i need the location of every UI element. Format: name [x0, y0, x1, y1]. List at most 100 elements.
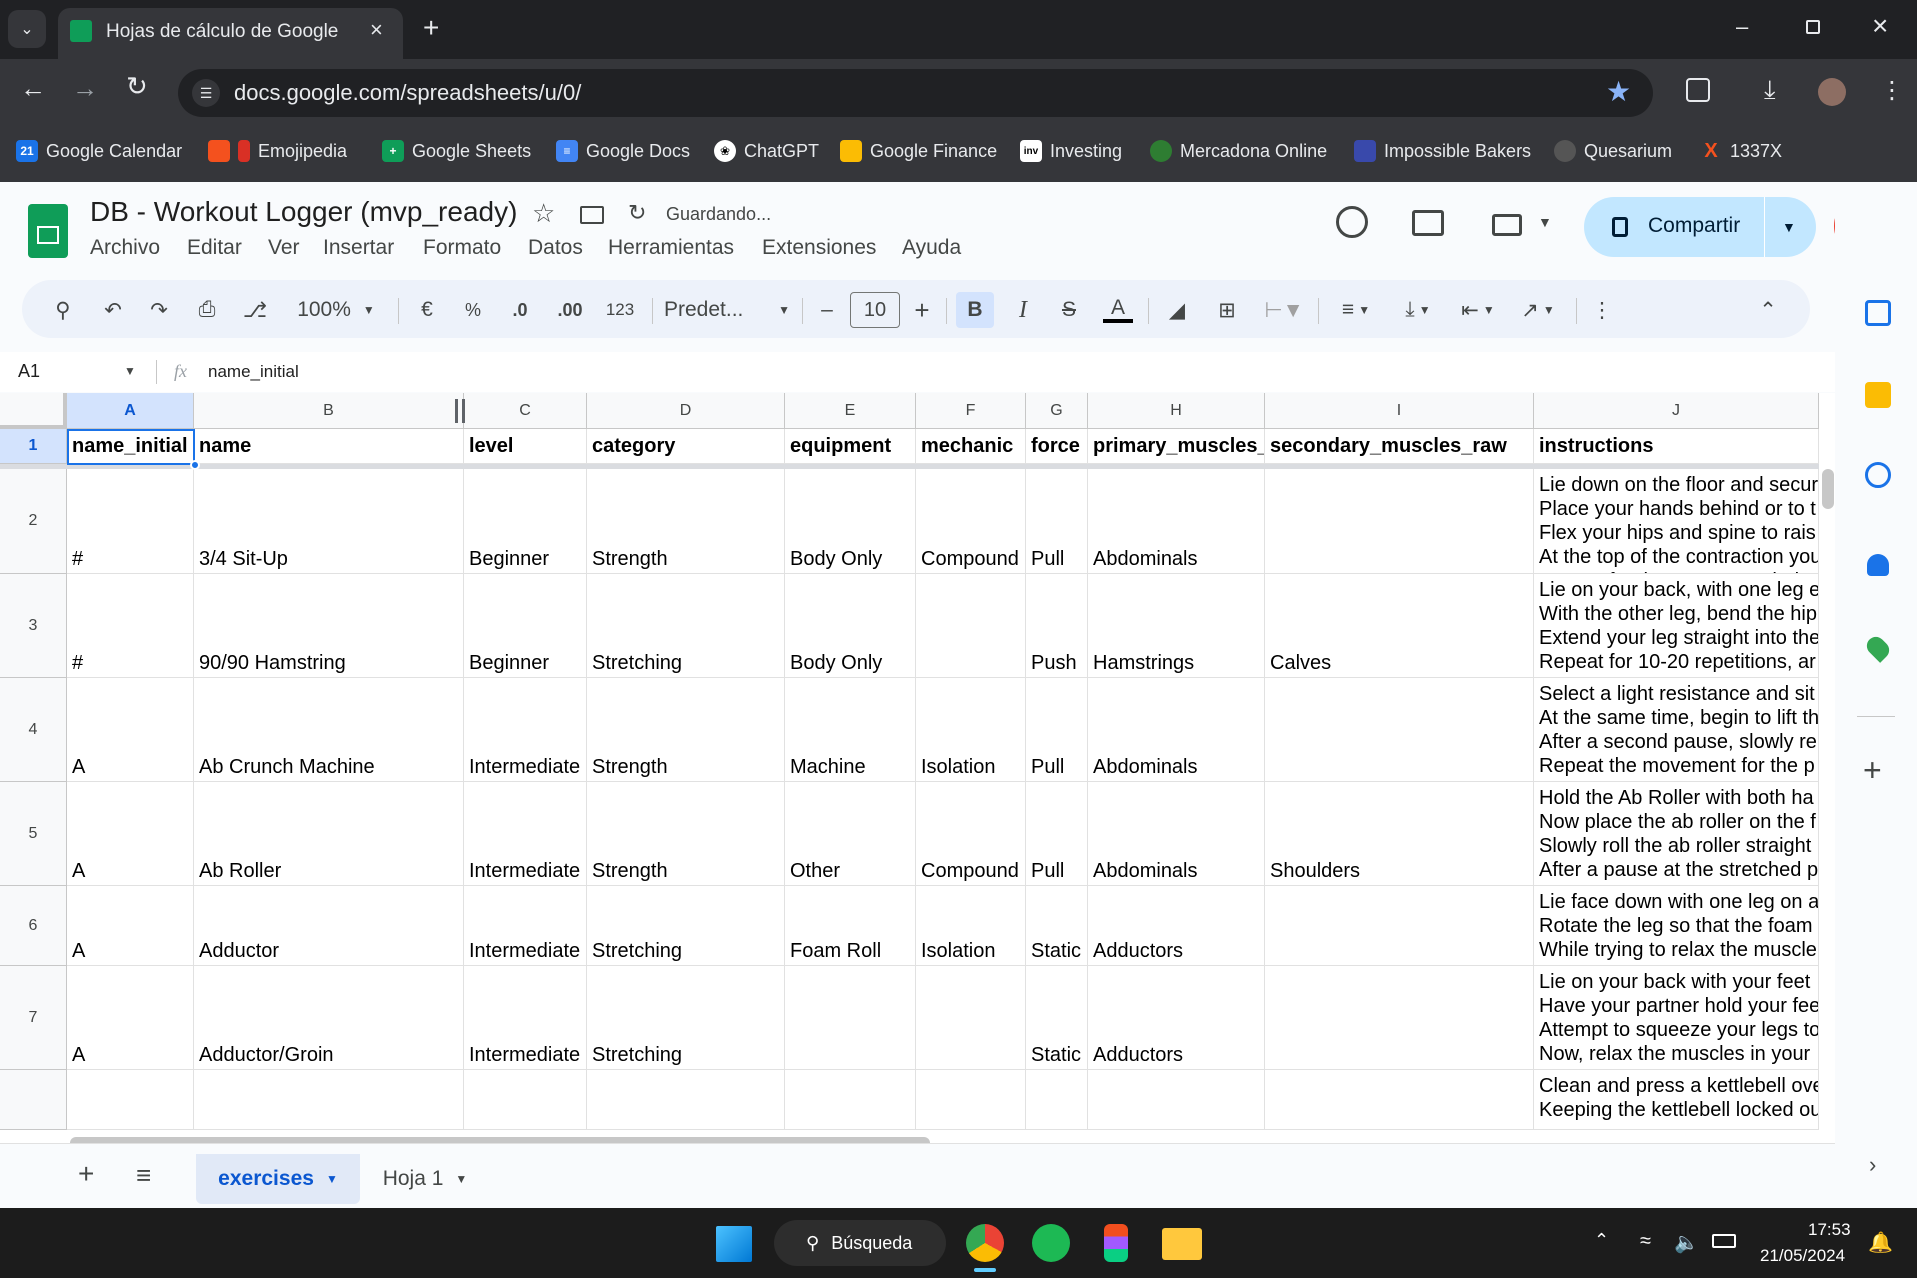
extensions-icon[interactable] — [1686, 78, 1710, 102]
column-header-j[interactable]: J — [1534, 393, 1819, 429]
forward-icon[interactable]: → — [72, 73, 98, 104]
cell-i2[interactable] — [1265, 469, 1534, 574]
cell-d5[interactable]: Strength — [587, 782, 785, 886]
cell-b7[interactable]: Adductor/Groin — [194, 966, 464, 1070]
bookmark-investing[interactable]: inv Investing — [1020, 137, 1122, 165]
taskbar-search[interactable]: ⚲ Búsqueda — [774, 1220, 946, 1266]
cell-f8[interactable] — [916, 1070, 1026, 1130]
column-header-e[interactable]: E — [785, 393, 916, 429]
cell-j4[interactable]: Select a light resistance and sit At the… — [1534, 678, 1819, 782]
cell-d2[interactable]: Strength — [587, 469, 785, 574]
cell-a3[interactable]: # — [67, 574, 194, 678]
cell-a4[interactable]: A — [67, 678, 194, 782]
cell-i3[interactable]: Calves — [1265, 574, 1534, 678]
cell-b4[interactable]: Ab Crunch Machine — [194, 678, 464, 782]
contacts-addon-icon[interactable] — [1867, 554, 1889, 576]
menu-datos[interactable]: Datos — [528, 236, 583, 260]
menu-editar[interactable]: Editar — [187, 236, 242, 260]
keep-addon-icon[interactable] — [1865, 382, 1891, 408]
restore-icon[interactable] — [1806, 20, 1820, 34]
cell-i4[interactable] — [1265, 678, 1534, 782]
bookmark-google-calendar[interactable]: 21 Google Calendar — [16, 137, 182, 165]
cell-g2[interactable]: Pull — [1026, 469, 1088, 574]
share-dropdown-icon[interactable]: ▼ — [1782, 219, 1796, 235]
merge-cells-icon[interactable]: ⊢▼ — [1258, 292, 1310, 328]
tasks-addon-icon[interactable] — [1865, 462, 1891, 488]
cell-j2[interactable]: Lie down on the floor and secur Place yo… — [1534, 469, 1819, 574]
cell-b8[interactable] — [194, 1070, 464, 1130]
notifications-icon[interactable]: 🔔 — [1868, 1230, 1893, 1255]
figma-taskbar-icon[interactable] — [1104, 1224, 1128, 1262]
fill-color-icon[interactable]: ◢ — [1160, 292, 1194, 328]
version-history-icon[interactable] — [1336, 206, 1368, 238]
share-button[interactable]: Compartir ▼ — [1584, 197, 1816, 257]
bold-button[interactable]: B — [956, 292, 994, 328]
cell-h3[interactable]: Hamstrings — [1088, 574, 1265, 678]
cell-i5[interactable]: Shoulders — [1265, 782, 1534, 886]
menu-extensiones[interactable]: Extensiones — [762, 236, 876, 260]
cell-i6[interactable] — [1265, 886, 1534, 966]
site-info-icon[interactable]: ☰ — [192, 79, 220, 107]
tab-search-button[interactable]: ⌄ — [8, 10, 46, 48]
formula-input[interactable]: name_initial — [208, 362, 299, 382]
cell-a7[interactable]: A — [67, 966, 194, 1070]
cell-c3[interactable]: Beginner — [464, 574, 587, 678]
row-header-5[interactable]: 5 — [0, 782, 67, 886]
chrome-taskbar-icon[interactable] — [966, 1224, 1004, 1262]
cell-h5[interactable]: Abdominals — [1088, 782, 1265, 886]
bookmark-emojipedia[interactable]: Emojipedia — [208, 137, 347, 165]
font-family-select[interactable]: Predet... ▼ — [664, 292, 790, 328]
clock-date[interactable]: 21/05/2024 — [1760, 1246, 1845, 1266]
sheet-tab-exercises[interactable]: exercises ▼ — [196, 1154, 360, 1204]
cell-f1[interactable]: mechanic — [916, 429, 1026, 464]
cell-e4[interactable]: Machine — [785, 678, 916, 782]
back-icon[interactable]: ← — [20, 73, 46, 104]
cell-c7[interactable]: Intermediate — [464, 966, 587, 1070]
spotify-taskbar-icon[interactable] — [1032, 1224, 1070, 1262]
cell-f4[interactable]: Isolation — [916, 678, 1026, 782]
cell-j7[interactable]: Lie on your back with your feet Have you… — [1534, 966, 1819, 1070]
cell-b3[interactable]: 90/90 Hamstring — [194, 574, 464, 678]
cell-a8[interactable] — [67, 1070, 194, 1130]
bookmark-quesarium[interactable]: Quesarium — [1554, 137, 1672, 165]
search-menus-icon[interactable]: ⚲ — [48, 292, 78, 328]
name-box-dropdown-icon[interactable]: ▼ — [124, 364, 136, 378]
cell-e6[interactable]: Foam Roll — [785, 886, 916, 966]
vertical-align-icon[interactable]: ⤓ ▼ — [1392, 292, 1444, 328]
cell-h6[interactable]: Adductors — [1088, 886, 1265, 966]
cell-g7[interactable]: Static — [1026, 966, 1088, 1070]
cell-g1[interactable]: force — [1026, 429, 1088, 464]
cell-g6[interactable]: Static — [1026, 886, 1088, 966]
bookmark-1337x[interactable]: X 1337X — [1700, 137, 1782, 165]
browser-tab-active[interactable]: Hojas de cálculo de Google × — [58, 8, 403, 59]
cell-b6[interactable]: Adductor — [194, 886, 464, 966]
cell-a2[interactable]: # — [67, 469, 194, 574]
address-bar[interactable]: ☰ docs.google.com/spreadsheets/u/0/ ★ — [178, 69, 1653, 117]
maps-addon-icon[interactable] — [1863, 633, 1893, 663]
menu-ver[interactable]: Ver — [268, 236, 300, 260]
windows-start-icon[interactable] — [716, 1226, 752, 1262]
number-format-button[interactable]: 123 — [600, 292, 640, 328]
new-tab-icon[interactable]: + — [423, 12, 439, 44]
add-sheet-icon[interactable]: + — [78, 1158, 94, 1190]
text-rotation-icon[interactable]: ↗ ▼ — [1512, 292, 1564, 328]
bookmark-google-docs[interactable]: ≡ Google Docs — [556, 137, 690, 165]
menu-herramientas[interactable]: Herramientas — [608, 236, 734, 260]
expand-side-panel-icon[interactable]: › — [1869, 1152, 1876, 1178]
currency-format-button[interactable]: € — [412, 292, 442, 328]
font-size-input[interactable]: 10 — [850, 292, 900, 328]
cell-h1[interactable]: primary_muscles_ — [1088, 429, 1265, 464]
menu-insertar[interactable]: Insertar — [323, 236, 394, 260]
cell-i7[interactable] — [1265, 966, 1534, 1070]
text-wrapping-icon[interactable]: ⇤ ▼ — [1452, 292, 1504, 328]
cell-c2[interactable]: Beginner — [464, 469, 587, 574]
bookmark-star-icon[interactable]: ★ — [1606, 75, 1631, 108]
cell-c1[interactable]: level — [464, 429, 587, 464]
column-header-f[interactable]: F — [916, 393, 1026, 429]
cell-e1[interactable]: equipment — [785, 429, 916, 464]
all-sheets-icon[interactable]: ≡ — [136, 1160, 151, 1191]
sheets-logo-icon[interactable] — [28, 204, 68, 258]
italic-button[interactable]: I — [1006, 292, 1040, 328]
cell-d7[interactable]: Stretching — [587, 966, 785, 1070]
borders-icon[interactable]: ⊞ — [1210, 292, 1244, 328]
